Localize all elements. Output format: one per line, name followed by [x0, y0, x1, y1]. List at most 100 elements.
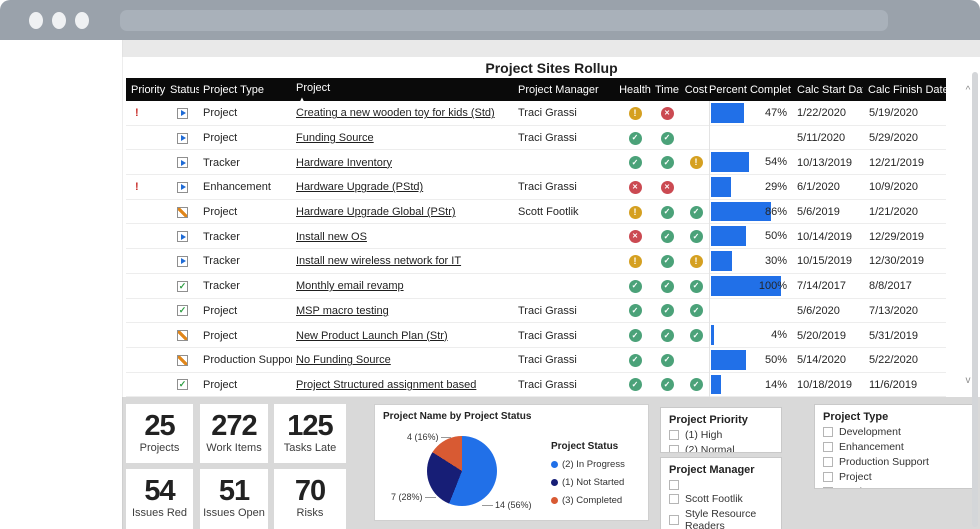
column-header-project-type[interactable]: Project Type	[199, 84, 292, 96]
column-header-label: Time	[655, 84, 679, 96]
status-cell	[166, 108, 199, 119]
table-row[interactable]: ProjectNew Product Launch Plan (Str)Trac…	[126, 323, 946, 348]
percent-bar	[711, 202, 771, 222]
checkbox-icon[interactable]	[823, 487, 833, 489]
table-row[interactable]: TrackerInstall new OS✕✓✓50%10/14/201912/…	[126, 224, 946, 249]
column-header-health[interactable]: Health	[619, 84, 651, 96]
health-cell: !	[619, 206, 651, 219]
health-cell: ✓	[619, 132, 651, 145]
window-dot-icon[interactable]	[75, 12, 89, 29]
table-row[interactable]: TrackerMonthly email revamp✓✓✓100%7/14/2…	[126, 274, 946, 299]
filter-option[interactable]: Development	[823, 426, 969, 438]
table-row[interactable]: !EnhancementHardware Upgrade (PStd)Traci…	[126, 175, 946, 200]
project-link[interactable]: Install new wireless network for IT	[296, 255, 461, 267]
filter-option[interactable]: Scott Footlik	[669, 493, 773, 505]
column-header-calc-start-date[interactable]: Calc Start Date	[791, 84, 863, 96]
project-link[interactable]: Hardware Upgrade Global (PStr)	[296, 206, 456, 218]
column-header-project[interactable]: Project▲	[292, 78, 514, 101]
table-row[interactable]: TrackerHardware Inventory✓✓!54%10/13/201…	[126, 150, 946, 175]
checkbox-icon[interactable]	[823, 457, 833, 467]
filter-option[interactable]: (1) High	[669, 429, 773, 441]
project-link[interactable]: Monthly email revamp	[296, 280, 404, 292]
pie-legend-title: Project Status	[551, 441, 625, 452]
column-header-status[interactable]: Status	[166, 84, 199, 96]
filter-option[interactable]	[669, 479, 773, 490]
health-ok-icon: ✓	[629, 156, 642, 169]
kpi-card-projects[interactable]: 25Projects	[126, 404, 193, 463]
table-row[interactable]: Production SupportNo Funding SourceTraci…	[126, 348, 946, 373]
column-header-priority[interactable]: Priority	[126, 84, 166, 96]
page-scrollbar[interactable]	[972, 72, 978, 527]
time-ok-icon: ✓	[661, 354, 674, 367]
percent-complete-cell: 54%	[709, 150, 791, 175]
column-header-cost[interactable]: Cost	[683, 84, 709, 96]
filter-option-label: Development	[839, 426, 901, 438]
checkbox-icon[interactable]	[669, 445, 679, 453]
column-header-time[interactable]: Time	[651, 84, 683, 96]
checkbox-icon[interactable]	[823, 427, 833, 437]
filter-option[interactable]: Production Support	[823, 456, 969, 468]
column-header-percent-complete[interactable]: Percent Complete	[709, 84, 791, 96]
address-bar[interactable]	[120, 10, 888, 31]
health-cell: ✓	[619, 304, 651, 317]
table-row[interactable]: TrackerInstall new wireless network for …	[126, 249, 946, 274]
health-ok-icon: ✓	[629, 132, 642, 145]
project-link[interactable]: New Product Launch Plan (Str)	[296, 330, 448, 342]
table-row[interactable]: ProjectHardware Upgrade Global (PStr)Sco…	[126, 200, 946, 225]
kpi-card-work-items[interactable]: 272Work Items	[200, 404, 268, 463]
column-header-project-manager[interactable]: Project Manager	[514, 84, 619, 96]
table-row[interactable]: ProjectProject Structured assignment bas…	[126, 373, 946, 398]
project-link[interactable]: Install new OS	[296, 231, 367, 243]
table-row[interactable]: ProjectFunding SourceTraci Grassi✓✓5/11/…	[126, 126, 946, 151]
project-link[interactable]: Creating a new wooden toy for kids (Std)	[296, 107, 495, 119]
filter-option[interactable]: Style Resource Readers	[669, 508, 773, 529]
checkbox-icon[interactable]	[669, 494, 679, 504]
checkbox-icon[interactable]	[823, 442, 833, 452]
project-cell: Install new OS	[292, 231, 514, 243]
project-type-cell: Tracker	[199, 157, 292, 169]
window-dot-icon[interactable]	[29, 12, 43, 29]
project-type-cell: Project	[199, 206, 292, 218]
finish-date-cell: 5/22/2020	[863, 354, 946, 366]
project-link[interactable]: Hardware Upgrade (PStd)	[296, 181, 423, 193]
health-cell: ✓	[619, 354, 651, 367]
project-link[interactable]: MSP macro testing	[296, 305, 389, 317]
table-row[interactable]: ProjectMSP macro testingTraci Grassi✓✓✓5…	[126, 299, 946, 324]
dashboard-bottom-panel: 25Projects272Work Items125Tasks Late 54Is…	[122, 397, 980, 529]
status-done-icon	[177, 281, 188, 292]
kpi-card-risks[interactable]: 70Risks	[274, 469, 346, 529]
pie-chart[interactable]	[427, 436, 497, 506]
legend-item[interactable]: (3) Completed	[551, 495, 625, 506]
checkbox-icon[interactable]	[823, 472, 833, 482]
checkbox-icon[interactable]	[669, 430, 679, 440]
percent-label: 50%	[765, 348, 787, 373]
project-link[interactable]: Hardware Inventory	[296, 157, 392, 169]
filter-option[interactable]: Tracker	[823, 486, 969, 489]
project-link[interactable]: Project Structured assignment based	[296, 379, 476, 391]
project-link[interactable]: Funding Source	[296, 132, 374, 144]
time-ok-icon: ✓	[661, 230, 674, 243]
filter-option[interactable]: (2) Normal	[669, 444, 773, 453]
kpi-card-issues-open[interactable]: 51Issues Open	[200, 469, 268, 529]
finish-date-cell: 11/6/2019	[863, 379, 946, 391]
kpi-card-issues-red[interactable]: 54Issues Red	[126, 469, 193, 529]
checkbox-icon[interactable]	[669, 515, 679, 525]
legend-item[interactable]: (2) In Progress	[551, 459, 625, 470]
project-cell: MSP macro testing	[292, 305, 514, 317]
percent-label: 54%	[765, 150, 787, 175]
start-date-cell: 5/6/2019	[791, 206, 863, 218]
project-manager-cell: Traci Grassi	[514, 107, 619, 119]
status-in-progress-icon	[177, 256, 188, 267]
filter-option[interactable]: Project	[823, 471, 969, 483]
column-header-calc-finish-date[interactable]: Calc Finish Date	[863, 84, 946, 96]
health-ok-icon: ✓	[629, 304, 642, 317]
checkbox-icon[interactable]	[669, 480, 679, 490]
kpi-card-tasks-late[interactable]: 125Tasks Late	[274, 404, 346, 463]
time-ok-icon: ✓	[661, 304, 674, 317]
legend-item[interactable]: (1) Not Started	[551, 477, 625, 488]
window-dot-icon[interactable]	[52, 12, 66, 29]
project-link[interactable]: No Funding Source	[296, 354, 391, 366]
filter-option[interactable]: Enhancement	[823, 441, 969, 453]
percent-bar	[711, 226, 746, 246]
table-row[interactable]: !ProjectCreating a new wooden toy for ki…	[126, 101, 946, 126]
